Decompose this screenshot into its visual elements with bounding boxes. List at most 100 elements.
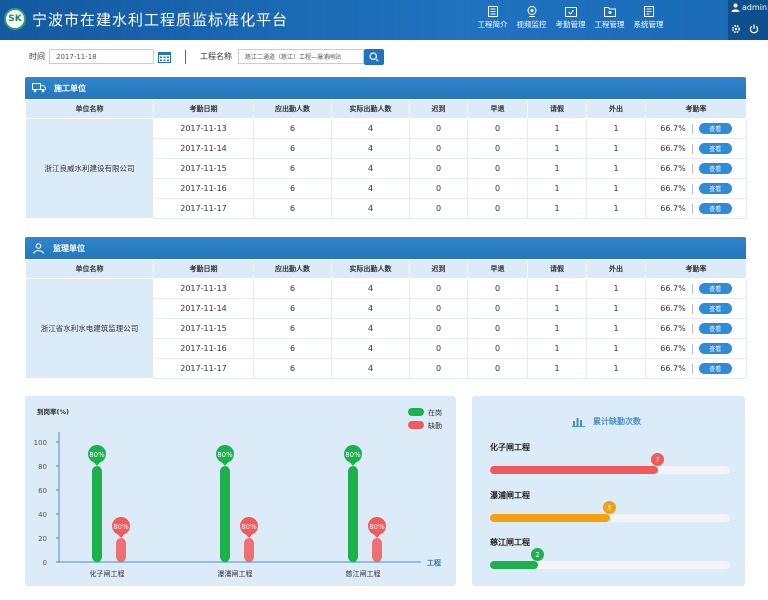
- cell-leave: 1: [527, 358, 587, 379]
- cell-leave: 1: [527, 198, 587, 219]
- project-select[interactable]: 慈江二通道（慈江）工程—瀑浦闸站: [238, 49, 364, 64]
- value-label: 80%: [113, 523, 129, 531]
- cell-due: 6: [253, 118, 332, 139]
- cell-late: 0: [409, 178, 468, 199]
- cell-actual: 4: [331, 338, 410, 359]
- supervision-header: 监理单位: [25, 237, 746, 259]
- view-button[interactable]: 查看: [698, 163, 732, 174]
- cell-out: 1: [586, 278, 646, 299]
- column-header: 实际出勤人数: [331, 99, 410, 119]
- cell-late: 0: [409, 318, 468, 339]
- rate-value: 66.7%: [660, 144, 686, 153]
- absence-panel: 累计缺勤次数 化子闸工程 7 瀑浦闸工程 5 慈江闸工程 2: [472, 396, 745, 586]
- supervision-table: 单位名称 考勤日期 应出勤人数 实际出勤人数 迟到 早退 请假 外出 考勤率 浙江省水利水电建筑…: [25, 259, 747, 379]
- y-tick-label: 80: [38, 463, 47, 471]
- filter-bar: 时间 2017-11-18 工程名称 慈江二通道（慈江）工程—瀑浦闸站: [29, 48, 384, 65]
- bar-present: [348, 466, 358, 562]
- view-button[interactable]: 查看: [698, 323, 732, 334]
- rate-value: 66.7%: [660, 364, 686, 373]
- cell-late: 0: [409, 198, 468, 219]
- nav-attendance[interactable]: 考勤管理: [551, 6, 590, 30]
- cell-late: 0: [409, 138, 468, 159]
- value-label: 80%: [217, 451, 233, 459]
- cell-actual: 4: [331, 278, 410, 299]
- view-button[interactable]: 查看: [698, 283, 732, 294]
- cell-date: 2017-11-16: [153, 338, 254, 359]
- absence-project-name: 瀑浦闸工程: [490, 491, 530, 500]
- nav-system-mgmt[interactable]: 系统管理: [629, 6, 668, 30]
- divider: [185, 49, 186, 64]
- cell-early: 0: [467, 318, 528, 339]
- rate-divider: [691, 363, 693, 374]
- cell-early: 0: [467, 298, 528, 319]
- cell-actual: 4: [331, 158, 410, 179]
- user-menu[interactable]: admin: [731, 3, 767, 12]
- column-header: 请假: [527, 259, 587, 279]
- cell-late: 0: [409, 298, 468, 319]
- cell-rate: 66.7% 查看: [645, 118, 747, 139]
- cell-actual: 4: [331, 318, 410, 339]
- cell-leave: 1: [527, 298, 587, 319]
- column-header: 早退: [467, 259, 528, 279]
- username: admin: [742, 3, 768, 12]
- cell-rate: 66.7% 查看: [645, 278, 747, 299]
- column-header: 单位名称: [25, 99, 154, 119]
- gear-icon[interactable]: [731, 24, 741, 34]
- cell-actual: 4: [331, 178, 410, 199]
- truck-icon: [32, 83, 46, 93]
- main-nav: 工程简介 视频监控 考勤管理 工程管理 系统管理: [473, 6, 668, 30]
- camera-icon: [527, 6, 536, 17]
- cell-due: 6: [253, 138, 332, 159]
- view-button[interactable]: 查看: [698, 123, 732, 134]
- nav-video[interactable]: 视频监控: [512, 6, 551, 30]
- nav-project-mgmt[interactable]: 工程管理: [590, 6, 629, 30]
- view-button[interactable]: 查看: [698, 303, 732, 314]
- x-tick-label: 慈江闸工程: [346, 569, 381, 578]
- rate-divider: [691, 303, 693, 314]
- view-button[interactable]: 查看: [698, 143, 732, 154]
- nav-project-intro[interactable]: 工程简介: [473, 6, 512, 30]
- attendance-chart: 到岗率(%) 100 80 60 40 20 0 工程 在岗缺勤化子闸工程 80% 80% 瀑浦闸工程…: [34, 407, 442, 578]
- cell-early: 0: [467, 118, 528, 139]
- rate-divider: [691, 343, 693, 354]
- power-icon[interactable]: [749, 24, 759, 34]
- column-header: 外出: [586, 99, 646, 119]
- search-button[interactable]: [364, 48, 384, 65]
- unit-name: 浙江良威水利建设有限公司: [25, 118, 154, 219]
- view-button[interactable]: 查看: [698, 203, 732, 214]
- absence-title: 累计缺勤次数: [593, 417, 641, 426]
- cell-late: 0: [409, 118, 468, 139]
- rate-value: 66.7%: [660, 344, 686, 353]
- rate-divider: [691, 143, 693, 154]
- calendar-icon[interactable]: [158, 51, 171, 63]
- cell-late: 0: [409, 338, 468, 359]
- rate-value: 66.7%: [660, 124, 686, 133]
- rate-divider: [691, 323, 693, 334]
- folder-icon: [603, 7, 616, 17]
- rate-value: 66.7%: [660, 204, 686, 213]
- column-header: 考勤率: [645, 99, 747, 119]
- cell-late: 0: [409, 358, 468, 379]
- date-input[interactable]: 2017-11-18: [49, 49, 154, 64]
- value-label: 80%: [241, 523, 257, 531]
- doc-icon: [487, 6, 498, 17]
- cell-leave: 1: [527, 158, 587, 179]
- cell-due: 6: [253, 338, 332, 359]
- people-icon: [33, 242, 44, 254]
- column-header: 早退: [467, 99, 528, 119]
- table-row: 浙江良威水利建设有限公司 2017-11-13 6 4 0 0 1 1 66.7% 查看: [25, 118, 747, 219]
- table-row: 浙江省水利水电建筑监理公司 2017-11-13 6 4 0 0 1 1 66.7% 查看: [25, 278, 747, 379]
- view-button[interactable]: 查看: [698, 343, 732, 354]
- cell-rate: 66.7% 查看: [645, 338, 747, 359]
- cell-due: 6: [253, 298, 332, 319]
- column-header: 请假: [527, 99, 587, 119]
- logo: SK: [4, 8, 26, 30]
- y-tick-label: 100: [34, 439, 47, 447]
- rate-divider: [691, 183, 693, 194]
- supervision-title: 监理单位: [53, 243, 85, 253]
- view-button[interactable]: 查看: [698, 363, 732, 374]
- construction-panel: 施工单位 单位名称 考勤日期 应出勤人数 实际出勤人数 迟到 早退 请假 外出 考勤率 浙江良威…: [25, 77, 747, 219]
- view-button[interactable]: 查看: [698, 183, 732, 194]
- cell-date: 2017-11-16: [153, 178, 254, 199]
- value-label: 80%: [345, 451, 361, 459]
